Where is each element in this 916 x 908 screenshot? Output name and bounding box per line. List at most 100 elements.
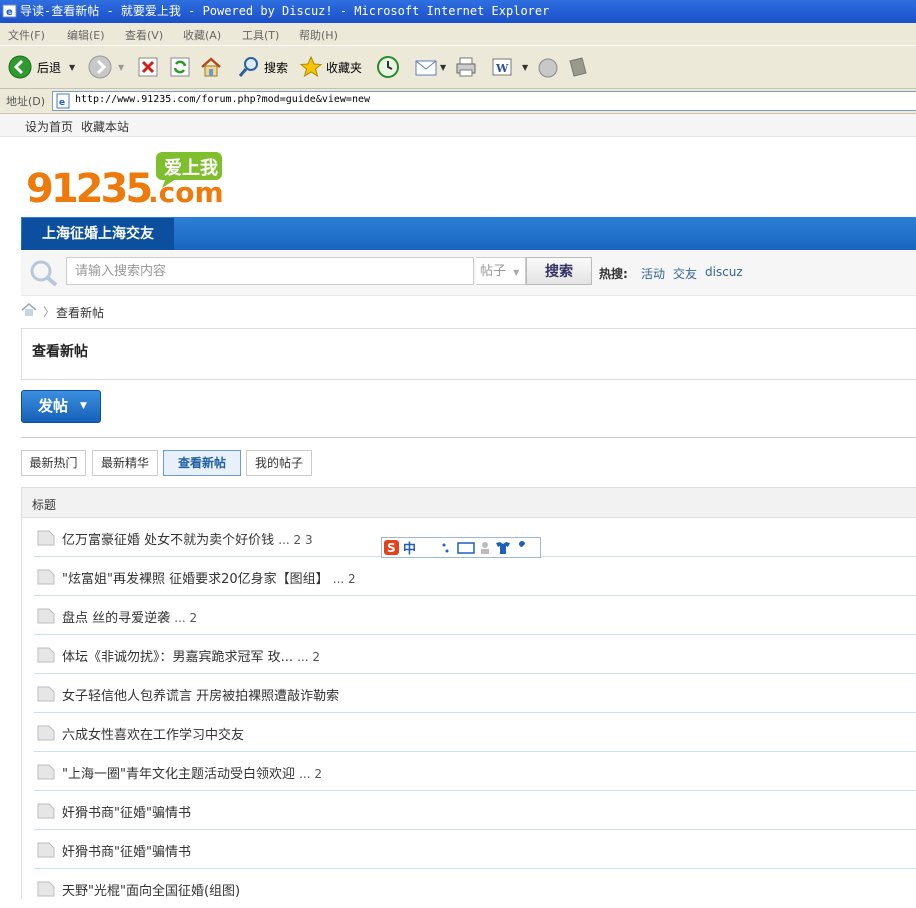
thread-doc-icon — [37, 530, 55, 546]
ime-toolbar[interactable]: S 中 — [381, 537, 541, 558]
thread-doc-icon — [37, 764, 55, 780]
discuss-button[interactable] — [536, 54, 560, 80]
menu-view[interactable]: 查看(V) — [125, 27, 163, 43]
nav-item-shanghai-dating[interactable]: 上海征婚上海交友 — [22, 218, 174, 250]
new-post-button[interactable]: 发帖 ▼ — [21, 390, 101, 423]
edit-dropdown-icon[interactable]: ▼ — [522, 63, 528, 72]
mail-dropdown-icon[interactable]: ▼ — [440, 63, 446, 72]
menu-help[interactable]: 帮助(H) — [299, 27, 338, 43]
refresh-button[interactable] — [169, 54, 191, 80]
favorites-button[interactable]: 收藏夹 — [299, 54, 362, 80]
menu-bar: 文件(F) 编辑(E) 查看(V) 收藏(A) 工具(T) 帮助(H) — [0, 23, 916, 46]
thread-pages[interactable]: ... 2 — [299, 767, 322, 781]
search-bar: 请输入搜索内容 帖子 ▼ 搜索 热搜: 活动 交友 discuz — [21, 251, 916, 296]
thread-row[interactable]: 奸猾书商"征婚"骗情书 — [34, 830, 916, 869]
refresh-icon — [170, 57, 190, 77]
search-submit-button[interactable]: 搜索 — [526, 257, 592, 285]
tab-new-posts[interactable]: 查看新帖 — [163, 450, 241, 476]
hot-link-dating[interactable]: 交友 — [673, 265, 697, 282]
page-icon: e — [56, 93, 70, 109]
ime-mode-label: 中 — [403, 541, 416, 557]
tab-digest[interactable]: 最新精华 — [92, 450, 158, 476]
search-icon — [30, 260, 58, 287]
thread-title-link[interactable]: 六成女性喜欢在工作学习中交友 — [62, 728, 244, 743]
hot-link-activity[interactable]: 活动 — [641, 265, 665, 282]
stop-button[interactable] — [137, 54, 159, 80]
set-home-link[interactable]: 设为首页 — [25, 118, 73, 135]
caret-down-icon: ▼ — [80, 401, 87, 411]
messenger-button[interactable] — [566, 54, 590, 80]
thread-pages[interactable]: ... 2 3 — [278, 533, 312, 547]
thread-row[interactable]: 体坛《非诚勿扰》：男嘉宾跪求冠军 玫... ... 2 — [34, 635, 916, 674]
thread-row[interactable]: "炫富姐"再发裸照 征婚要求20亿身家【图组】 ... 2 — [34, 557, 916, 596]
hot-search-label: 热搜: — [599, 267, 628, 281]
skin-icon — [496, 542, 510, 554]
thread-title-link[interactable]: 女子轻信他人包养谎言 开房被拍裸照遭敲诈勒索 — [62, 689, 339, 704]
address-input[interactable]: e http://www.91235.com/forum.php?mod=gui… — [52, 91, 916, 111]
thread-pages[interactable]: ... 2 — [174, 611, 197, 625]
back-label: 后退 — [37, 60, 62, 75]
hot-link-discuz[interactable]: discuz — [705, 265, 743, 279]
menu-tools[interactable]: 工具(T) — [242, 27, 279, 43]
thread-title-link[interactable]: 奸猾书商"征婚"骗情书 — [62, 845, 191, 860]
thread-title-link[interactable]: 盘点 丝的寻爱逆袭 — [62, 611, 170, 626]
history-button[interactable] — [376, 54, 400, 80]
thread-row[interactable]: 奸猾书商"征婚"骗情书 — [34, 791, 916, 830]
svg-text:S: S — [387, 541, 396, 555]
breadcrumb-current[interactable]: 查看新帖 — [56, 304, 104, 321]
search-type-select[interactable]: 帖子 ▼ — [476, 257, 526, 285]
divider — [21, 437, 916, 438]
thread-row[interactable]: "上海一圈"青年文化主题活动受白领欢迎 ... 2 — [34, 752, 916, 791]
back-arrow-icon — [8, 55, 32, 79]
logo-domain: .com — [148, 176, 224, 208]
printer-icon — [456, 57, 476, 77]
thread-doc-icon — [37, 881, 55, 897]
favorites-label: 收藏夹 — [326, 60, 363, 75]
thread-row[interactable]: 女子轻信他人包养谎言 开房被拍裸照遭敲诈勒索 — [34, 674, 916, 713]
thread-title-link[interactable]: 奸猾书商"征婚"骗情书 — [62, 806, 191, 821]
search-button[interactable]: 搜索 — [237, 54, 288, 80]
thread-title-link[interactable]: "炫富姐"再发裸照 征婚要求20亿身家【图组】 — [62, 572, 329, 587]
thread-list: 亿万富豪征婚 处女不就为卖个好价钱 ... 2 3 "炫富姐"再发裸照 征婚要求… — [21, 518, 916, 899]
moon-icon — [425, 543, 434, 553]
mail-button[interactable]: ▼ — [414, 54, 446, 80]
menu-edit[interactable]: 编辑(E) — [67, 27, 105, 43]
address-label: 地址(D) — [6, 95, 46, 108]
keyboard-icon — [457, 542, 475, 554]
back-dropdown-icon[interactable]: ▼ — [69, 63, 75, 72]
home-button[interactable] — [199, 54, 223, 80]
bookmark-link[interactable]: 收藏本站 — [81, 118, 129, 135]
thread-title-link[interactable]: 体坛《非诚勿扰》：男嘉宾跪求冠军 玫... — [62, 650, 293, 665]
top-strip: 设为首页 收藏本站 — [0, 114, 916, 137]
site-logo[interactable]: 91235 爱上我 .com — [26, 150, 236, 212]
thread-title-link[interactable]: 亿万富豪征婚 处女不就为卖个好价钱 — [62, 533, 274, 548]
thread-row[interactable]: 六成女性喜欢在工作学习中交友 — [34, 713, 916, 752]
thread-row[interactable]: 盘点 丝的寻爱逆袭 ... 2 — [34, 596, 916, 635]
thread-title-link[interactable]: "上海一圈"青年文化主题活动受白领欢迎 — [62, 767, 295, 782]
thread-pages[interactable]: ... 2 — [333, 572, 356, 586]
breadcrumb-separator-icon: 〉 — [43, 305, 56, 319]
thread-doc-icon — [37, 686, 55, 702]
thread-title-link[interactable]: 天野"光棍"面向全国征婚(组图) — [62, 884, 240, 899]
wrench-icon — [516, 541, 525, 553]
window-title: 导读-查看新帖 - 就要爱上我 - Powered by Discuz! - M… — [20, 4, 550, 18]
thread-pages[interactable]: ... 2 — [297, 650, 320, 664]
logo-graphic: 91235 爱上我 .com — [26, 152, 224, 212]
forward-button[interactable]: ▼ — [88, 54, 124, 80]
search-input[interactable]: 请输入搜索内容 — [66, 257, 474, 285]
thread-row[interactable]: 天野"光棍"面向全国征婚(组图) — [34, 869, 916, 908]
home-icon[interactable] — [21, 303, 37, 317]
forward-dropdown-icon[interactable]: ▼ — [118, 63, 124, 72]
edit-button[interactable]: W ▼ — [490, 54, 528, 80]
page-title: 查看新帖 — [32, 344, 88, 360]
print-button[interactable] — [454, 54, 478, 80]
address-url: http://www.91235.com/forum.php?mod=guide… — [75, 94, 371, 105]
ime-toolbar-graphic: S 中 — [384, 540, 525, 557]
back-button[interactable]: 后退 ▼ — [8, 54, 75, 80]
messenger-icon — [569, 57, 587, 77]
tab-my-posts[interactable]: 我的帖子 — [246, 450, 312, 476]
chevron-down-icon: ▼ — [513, 268, 520, 277]
menu-favorites[interactable]: 收藏(A) — [183, 27, 221, 43]
menu-file[interactable]: 文件(F) — [8, 27, 45, 43]
tab-hot[interactable]: 最新热门 — [21, 450, 86, 476]
